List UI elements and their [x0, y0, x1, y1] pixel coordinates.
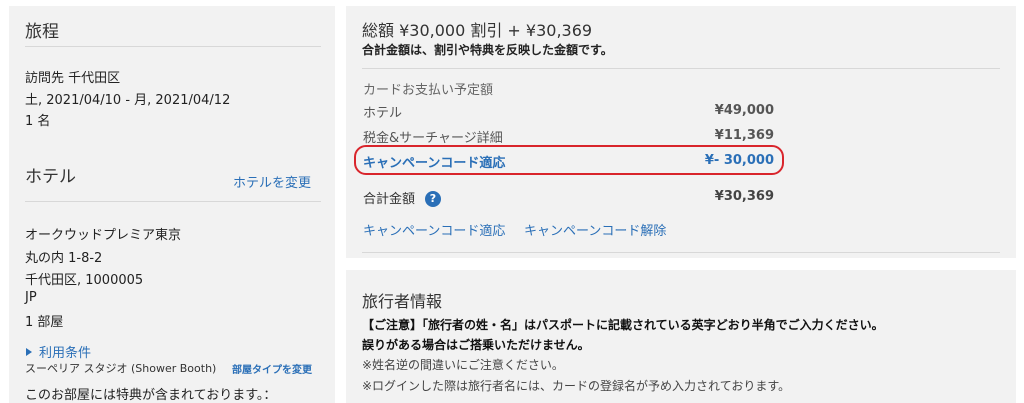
hotel-address-line1: 丸の内 1-8-2	[25, 251, 103, 266]
hotel-address-line2: 千代田区, 1000005	[25, 273, 144, 288]
destination-text: 訪問先 千代田区	[25, 71, 121, 86]
divider	[25, 201, 321, 202]
traveler-note1: ※姓名逆の間違いにご注意ください。	[362, 358, 564, 372]
hotel-name: オークウッドプレミア東京	[25, 228, 182, 243]
guests-text: 1 名	[25, 114, 51, 129]
apply-campaign-link[interactable]: キャンペーンコード適応	[363, 220, 505, 239]
traveler-notice-line2: 誤りがある場合はご搭乗いただけません。	[362, 338, 590, 352]
traveler-title: 旅行者情報	[362, 292, 443, 311]
divider	[25, 46, 321, 47]
tax-details-link[interactable]: 税金&サーチャージ詳細	[363, 127, 503, 146]
total-label: 合計金額	[363, 192, 416, 207]
benefits-note: このお部屋には特典が含まれております。：	[25, 388, 277, 403]
hotel-rooms: 1 部屋	[25, 315, 64, 330]
room-type-text: スーペリア スタジオ (Shower Booth)	[25, 362, 217, 375]
traveler-notice-line1: 【ご注意】「旅行者の姓・名」はパスポートに記載されている英字どおり半角でご入力く…	[362, 318, 884, 332]
price-summary-panel: 総額 ¥30,000 割引 + ¥30,369 合計金額は、割引や特典を反映した…	[346, 6, 1016, 258]
campaign-row-value: ¥- 30,000	[704, 153, 774, 168]
hotel-country: JP	[25, 290, 37, 305]
total-value: ¥30,369	[714, 189, 774, 204]
campaign-row-label: キャンペーンコード適応	[363, 156, 506, 171]
itinerary-panel: 旅程 訪問先 千代田区 土, 2021/04/10 - 月, 2021/04/1…	[9, 6, 335, 403]
change-hotel-link[interactable]: ホテルを変更	[233, 172, 311, 191]
help-icon[interactable]: ?	[425, 191, 441, 207]
hotel-row-label: ホテル	[363, 106, 403, 121]
tax-row-value: ¥11,369	[714, 128, 774, 143]
card-section-label: カードお支払い予定額	[363, 83, 494, 98]
dates-text: 土, 2021/04/10 - 月, 2021/04/12	[25, 93, 231, 108]
divider	[362, 68, 1000, 69]
total-heading: 総額 ¥30,000 割引 + ¥30,369	[362, 21, 593, 40]
hotel-title: ホテル	[25, 167, 76, 187]
divider	[362, 252, 1000, 253]
traveler-note2: ※ログインした際は旅行者名には、カードの登録名が予め入力されております。	[362, 379, 791, 393]
traveler-info-panel: 旅行者情報 【ご注意】「旅行者の姓・名」はパスポートに記載されている英字どおり半…	[346, 270, 1016, 403]
total-note: 合計金額は、割引や特典を反映した金額です。	[362, 43, 613, 57]
terms-link[interactable]: 利用条件	[39, 342, 91, 361]
hotel-row-value: ¥49,000	[714, 103, 774, 118]
itinerary-title: 旅程	[25, 22, 59, 42]
expand-triangle-icon[interactable]	[26, 348, 32, 356]
remove-campaign-link[interactable]: キャンペーンコード解除	[524, 220, 666, 239]
change-room-type-link[interactable]: 部屋タイプを変更	[232, 361, 312, 376]
